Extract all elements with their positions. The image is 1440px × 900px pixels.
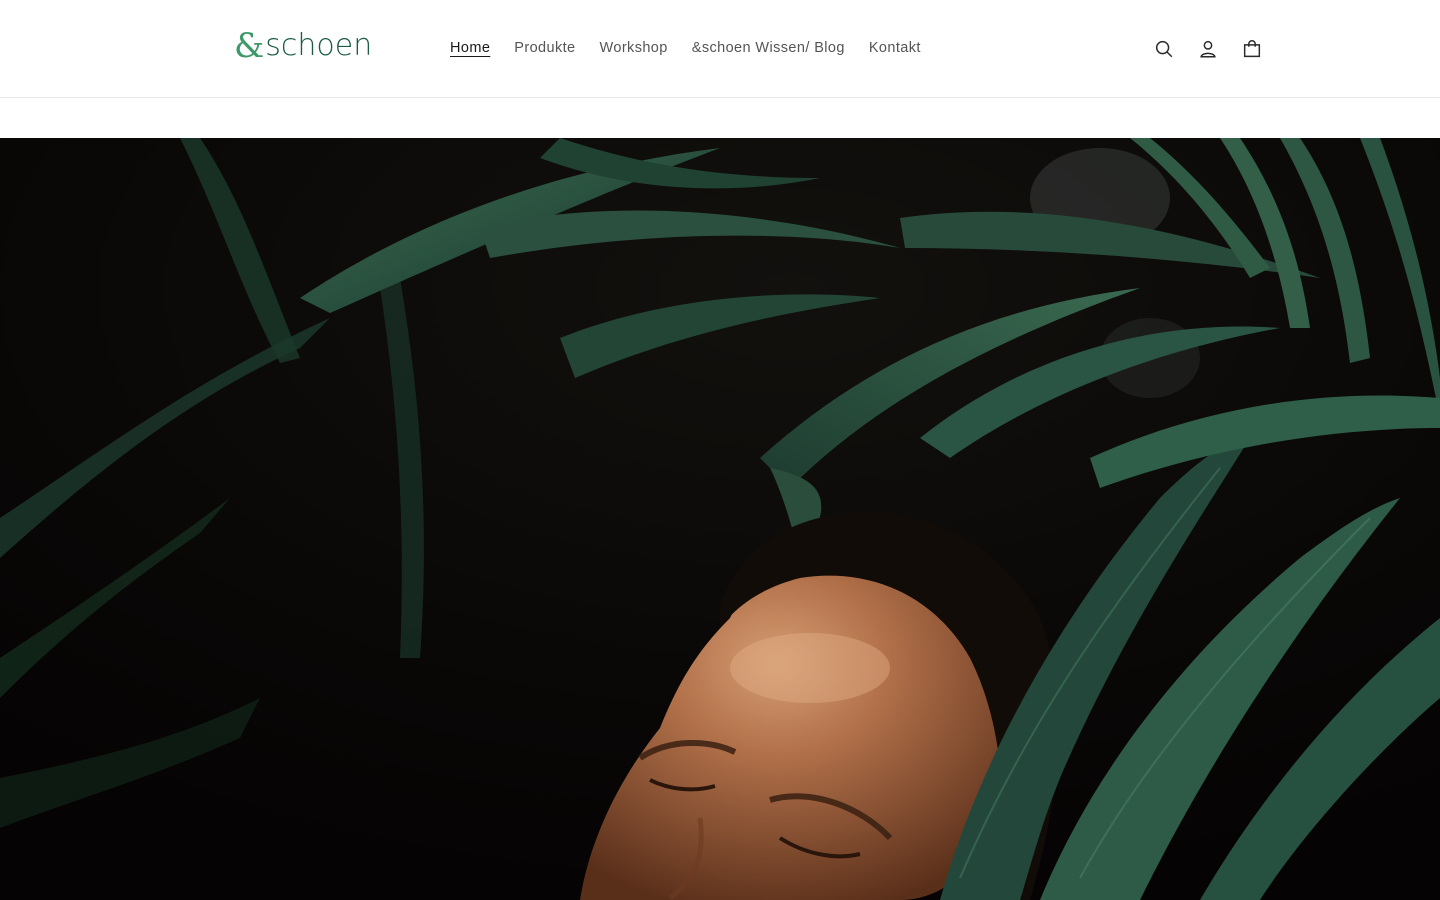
account-icon	[1200, 40, 1216, 58]
nav-item-workshop[interactable]: Workshop	[588, 36, 680, 60]
brand-logo[interactable]: & schoen	[234, 26, 372, 66]
nav-item-produkte[interactable]: Produkte	[502, 36, 587, 60]
nav-item-kontakt[interactable]: Kontakt	[857, 36, 933, 60]
hero-image	[0, 138, 1440, 900]
hero-banner	[0, 138, 1440, 900]
site-header: & schoen Home Produkte Workshop &schoen …	[0, 0, 1440, 98]
account-button[interactable]	[1186, 27, 1230, 71]
cart-button[interactable]	[1230, 27, 1274, 71]
search-icon	[1155, 40, 1173, 58]
logo-wordmark: schoen	[265, 28, 373, 63]
nav-item-home[interactable]: Home	[438, 36, 502, 60]
logo-ampersand: &	[234, 26, 265, 66]
header-actions	[1142, 27, 1274, 71]
search-button[interactable]	[1142, 27, 1186, 71]
cart-icon	[1243, 40, 1261, 58]
nav-item-blog[interactable]: &schoen Wissen/ Blog	[680, 36, 857, 60]
skin-highlight	[730, 633, 890, 703]
main-navigation: Home Produkte Workshop &schoen Wissen/ B…	[438, 36, 933, 60]
